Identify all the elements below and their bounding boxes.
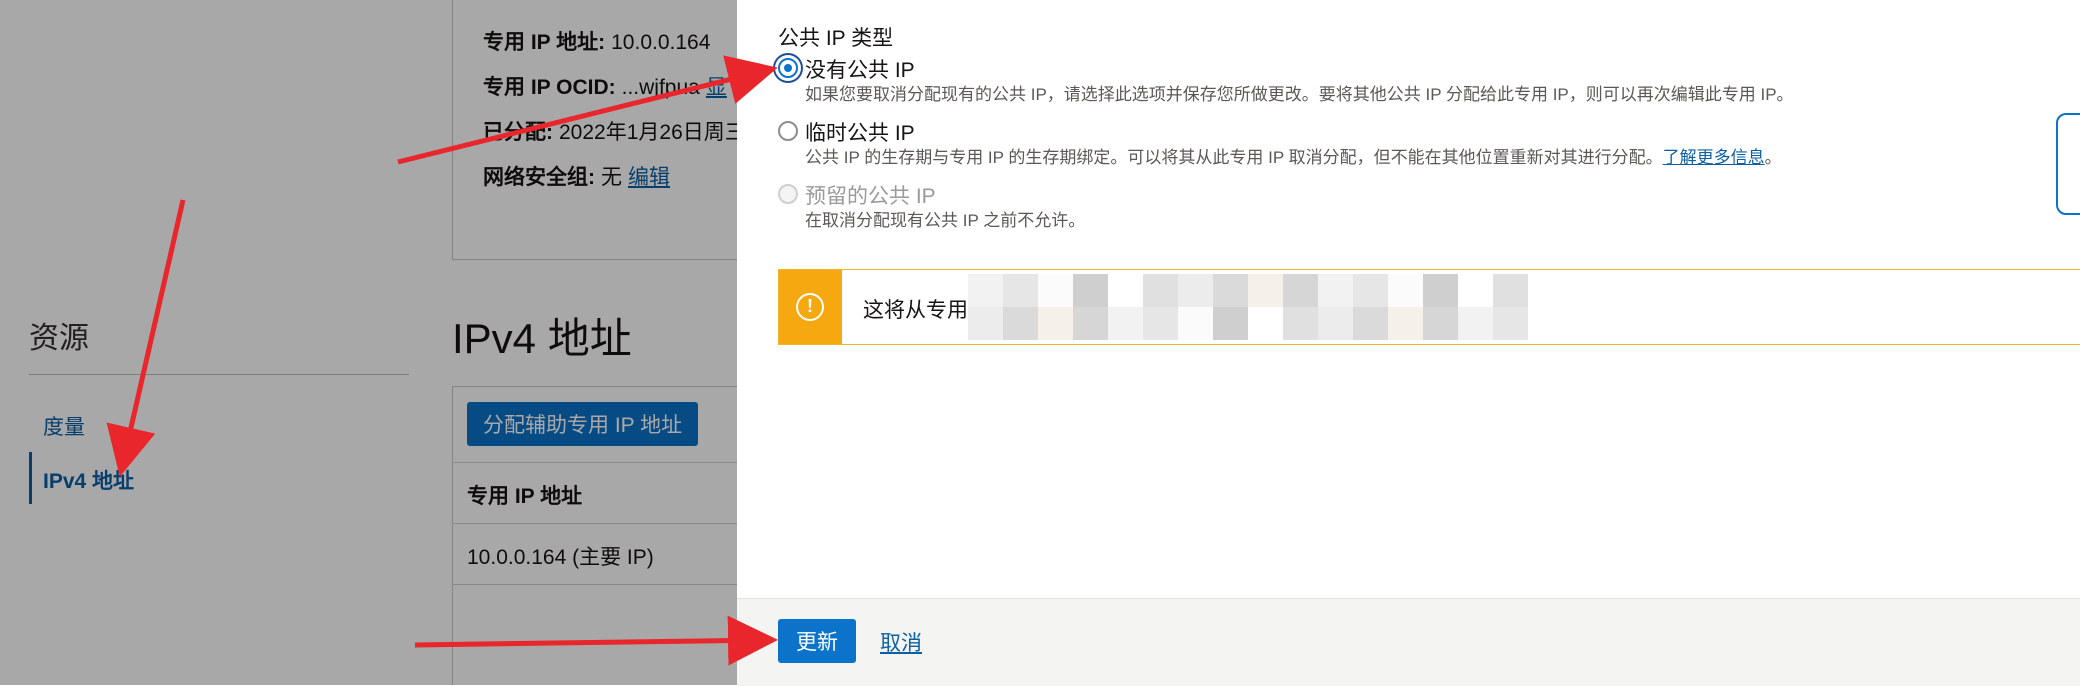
mosaic-cell [1038, 274, 1073, 307]
background-page: 专用 IP 地址: 10.0.0.164 专用 IP OCID: ...wjfpua… [0, 0, 740, 685]
mosaic-cell [1108, 274, 1143, 307]
mosaic-cell [1423, 307, 1458, 340]
option-description-suffix: 。 [1764, 148, 1782, 167]
warning-stripe: ! [779, 270, 842, 344]
warning-text: 这将从专用 [863, 299, 968, 322]
mosaic-cell [1143, 307, 1178, 340]
public-ip-type-label: 公共 IP 类型 [778, 27, 894, 50]
mosaic-cell [1213, 307, 1248, 340]
option-description: 在取消分配现有公共 IP 之前不允许。 [805, 211, 1086, 230]
radio-reserved-public-ip [778, 184, 798, 204]
mosaic-cell [968, 274, 1003, 307]
panel-footer [737, 598, 2080, 686]
mosaic-cell [1423, 274, 1458, 307]
mosaic-cell [1038, 307, 1073, 340]
mosaic-cell [1178, 307, 1213, 340]
help-widget[interactable] [2056, 113, 2080, 215]
mosaic-cell [1493, 307, 1528, 340]
mosaic-cell [1388, 274, 1423, 307]
modal-overlay[interactable] [0, 0, 740, 685]
mosaic-cell [1458, 274, 1493, 307]
mosaic-cell [1178, 274, 1213, 307]
mosaic-cell [1493, 274, 1528, 307]
mosaic-cell [1318, 307, 1353, 340]
mosaic-cell [1248, 307, 1283, 340]
option-description-text: 公共 IP 的生存期与专用 IP 的生存期绑定。可以将其从此专用 IP 取消分配… [805, 148, 1663, 167]
mosaic-cell [1248, 274, 1283, 307]
mosaic-cell [968, 307, 1003, 340]
option-description: 如果您要取消分配现有的公共 IP，请选择此选项并保存您所做更改。要将其他公共 I… [805, 85, 1794, 104]
mosaic-cell [1143, 274, 1178, 307]
option-description: 公共 IP 的生存期与专用 IP 的生存期绑定。可以将其从此专用 IP 取消分配… [805, 143, 1782, 168]
radio-no-public-ip[interactable] [778, 58, 798, 78]
mosaic-cell [1073, 274, 1108, 307]
cancel-button[interactable]: 取消 [880, 627, 922, 657]
edit-private-ip-panel: 公共 IP 类型 没有公共 IP 如果您要取消分配现有的公共 IP，请选择此选项… [737, 0, 2080, 686]
mosaic-cell [1283, 274, 1318, 307]
learn-more-link[interactable]: 了解更多信息 [1663, 148, 1765, 167]
redacted-mosaic [968, 274, 1528, 340]
exclamation-icon: ! [796, 293, 824, 321]
mosaic-cell [1003, 307, 1038, 340]
mosaic-cell [1213, 274, 1248, 307]
update-button[interactable]: 更新 [778, 619, 856, 663]
warning-banner: ! 这将从专用 [778, 269, 2080, 345]
mosaic-cell [1108, 307, 1143, 340]
mosaic-cell [1073, 307, 1108, 340]
mosaic-cell [1003, 274, 1038, 307]
mosaic-cell [1353, 307, 1388, 340]
mosaic-cell [1318, 274, 1353, 307]
mosaic-cell [1458, 307, 1493, 340]
mosaic-cell [1353, 274, 1388, 307]
mosaic-cell [1283, 307, 1318, 340]
mosaic-cell [1388, 307, 1423, 340]
radio-ephemeral-public-ip[interactable] [778, 121, 798, 141]
